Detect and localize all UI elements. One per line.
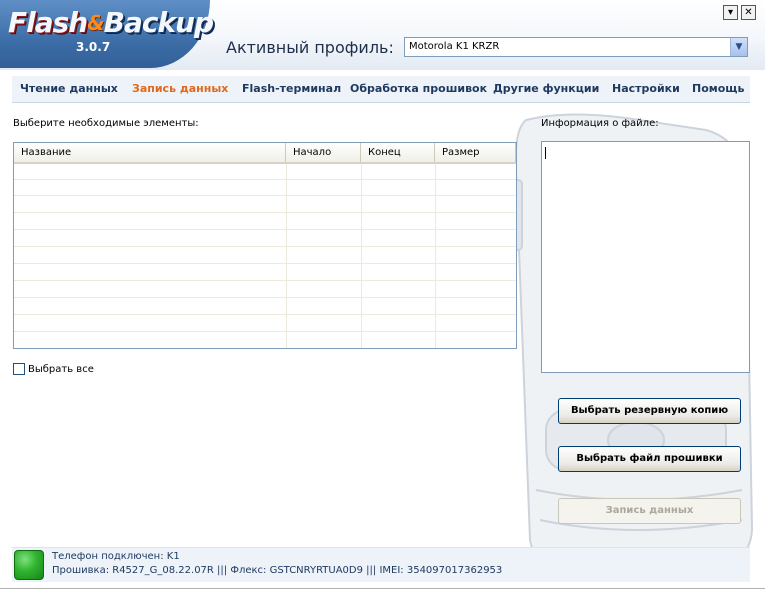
app-header: Flash&Backup 3.0.7 ▾ ✕ Активный профиль:…	[0, 0, 765, 70]
column-divider	[516, 164, 517, 349]
nav-flash-terminal[interactable]: Flash-терминал	[242, 76, 341, 102]
table-row[interactable]	[14, 282, 516, 298]
select-all-checkbox[interactable]	[13, 363, 25, 375]
main-nav: Чтение данных Запись данных Flash-термин…	[12, 76, 750, 103]
chevron-down-icon[interactable]: ▼	[730, 38, 747, 56]
file-info-textarea[interactable]	[541, 141, 750, 373]
nav-help[interactable]: Помощь	[692, 76, 744, 102]
nav-settings[interactable]: Настройки	[612, 76, 680, 102]
table-row[interactable]	[14, 231, 516, 247]
nav-read-data[interactable]: Чтение данных	[20, 76, 118, 102]
column-header-end[interactable]: Конец	[361, 143, 435, 162]
table-row[interactable]	[14, 265, 516, 281]
elements-table[interactable]: Название Начало Конец Размер	[13, 142, 517, 349]
status-firmware-info: Прошивка: R4527_G_08.22.07R ||| Флекс: G…	[52, 565, 503, 576]
table-row[interactable]	[14, 214, 516, 230]
logo-ampersand: &	[87, 11, 104, 35]
active-profile-label: Активный профиль:	[226, 38, 394, 57]
table-row[interactable]	[14, 164, 516, 180]
text-caret	[545, 147, 546, 159]
bottom-divider	[0, 588, 765, 589]
select-elements-label: Выберите необходимые элементы:	[13, 118, 199, 129]
logo-word-flash: Flash	[8, 6, 88, 39]
profile-select[interactable]: Motorola K1 KRZR ▼	[404, 37, 748, 57]
nav-write-data[interactable]: Запись данных	[132, 76, 228, 102]
choose-firmware-button[interactable]: Выбрать файл прошивки	[558, 446, 741, 472]
table-row[interactable]	[14, 197, 516, 213]
column-header-name[interactable]: Название	[14, 143, 286, 162]
column-header-start[interactable]: Начало	[286, 143, 361, 162]
logo-word-backup: Backup	[103, 6, 214, 39]
select-all-label[interactable]: Выбрать все	[28, 364, 94, 375]
app-logo: Flash&Backup	[8, 4, 214, 42]
app-version: 3.0.7	[76, 40, 111, 54]
file-info-label: Информация о файле:	[541, 118, 659, 129]
status-phone-connected: Телефон подключен: K1	[52, 551, 180, 562]
close-button[interactable]: ✕	[741, 5, 756, 20]
nav-firmware-processing[interactable]: Обработка прошивок	[350, 76, 487, 102]
table-row[interactable]	[14, 180, 516, 196]
nav-other-functions[interactable]: Другие функции	[493, 76, 599, 102]
table-row[interactable]	[14, 316, 516, 332]
choose-backup-button[interactable]: Выбрать резервную копию	[558, 398, 741, 424]
status-led-icon	[14, 550, 44, 580]
profile-select-value: Motorola K1 KRZR	[409, 41, 500, 52]
write-data-button[interactable]: Запись данных	[558, 498, 741, 524]
table-row[interactable]	[14, 299, 516, 315]
status-bar: Телефон подключен: K1 Прошивка: R4527_G_…	[12, 547, 750, 582]
column-header-size[interactable]: Размер	[435, 143, 516, 162]
table-row[interactable]	[14, 248, 516, 264]
table-header: Название Начало Конец Размер	[14, 143, 516, 164]
minimize-button[interactable]: ▾	[723, 5, 738, 20]
